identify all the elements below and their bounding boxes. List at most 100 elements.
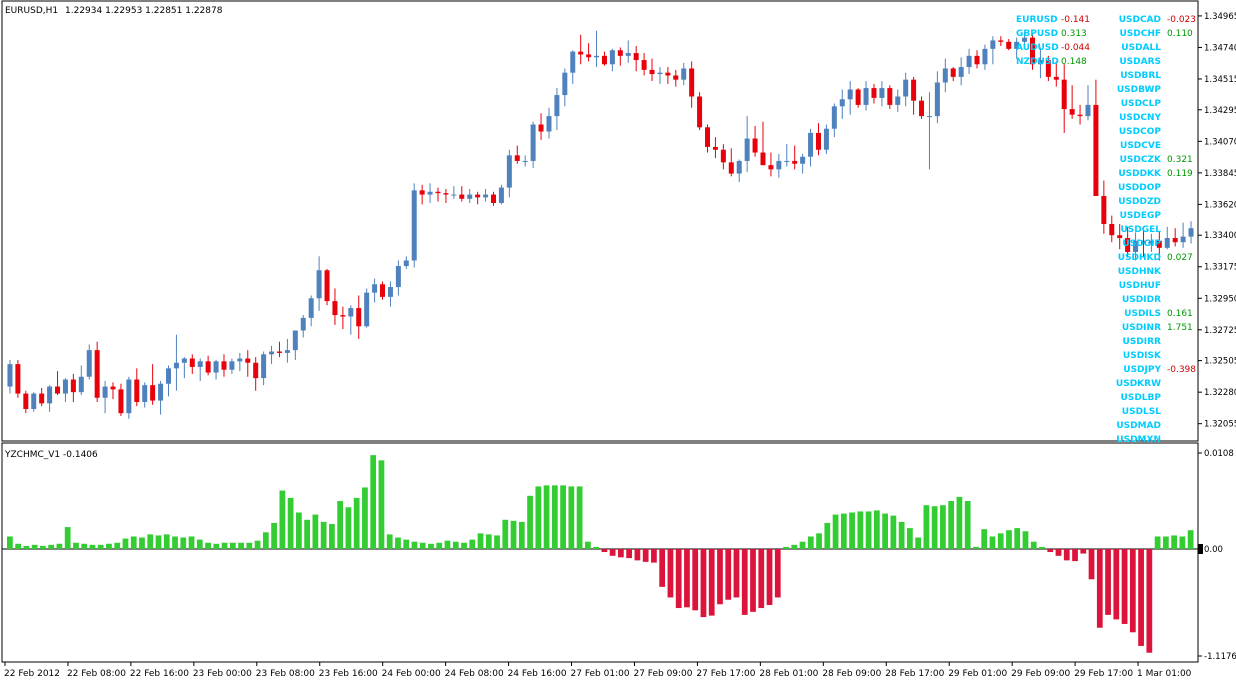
histogram-bar xyxy=(774,549,781,598)
pair-name: USDHKD xyxy=(1118,253,1161,263)
pair-name: USDMAD xyxy=(1116,421,1161,431)
candle-body xyxy=(269,351,275,355)
candle-body xyxy=(728,162,734,174)
histogram-bar xyxy=(700,549,707,618)
histogram-bar xyxy=(551,485,558,549)
time-tick-label: 24 Feb 16:00 xyxy=(508,669,567,679)
histogram-bar xyxy=(345,507,352,549)
histogram-bar xyxy=(444,540,451,549)
histogram-bar xyxy=(915,537,922,549)
histogram-bar xyxy=(262,532,269,549)
pair-value: 0.027 xyxy=(1167,253,1193,263)
candle-body xyxy=(134,379,140,402)
histogram-bar xyxy=(882,513,888,549)
histogram-bar xyxy=(783,546,789,549)
price-tick-label: 1.34965 xyxy=(1204,12,1236,22)
histogram-bar xyxy=(758,549,765,609)
histogram-bar xyxy=(246,542,253,549)
histogram-bar xyxy=(535,486,542,549)
candle-body xyxy=(292,330,298,351)
candle-body xyxy=(395,266,401,288)
histogram-bar xyxy=(238,542,244,549)
candle-body xyxy=(419,190,425,195)
price-tick-label: 1.33620 xyxy=(1204,200,1236,210)
histogram-bar xyxy=(312,514,319,549)
histogram-bar xyxy=(651,549,657,563)
candle-body xyxy=(934,82,940,117)
time-tick-label: 28 Feb 17:00 xyxy=(885,669,944,679)
candle-body xyxy=(839,99,845,107)
candle-body xyxy=(316,270,322,299)
candle-body xyxy=(150,385,156,401)
histogram-bar xyxy=(188,536,195,549)
candle-body xyxy=(1053,76,1059,80)
histogram-bar xyxy=(1006,530,1012,549)
pair-name: USDIRR xyxy=(1123,337,1162,347)
candle-body xyxy=(657,72,663,75)
candle-body xyxy=(966,55,972,68)
price-axis: 1.34965 1.34740 1.34515 1.34295 1.34070 1.338… xyxy=(1198,12,1236,430)
candle-body xyxy=(792,160,798,164)
candle-body xyxy=(332,301,338,316)
histogram-bar xyxy=(741,549,748,615)
histogram-bar xyxy=(48,544,55,549)
candle-body xyxy=(110,386,116,390)
histogram-bar xyxy=(873,510,880,549)
candle-body xyxy=(617,50,623,56)
histogram-bar xyxy=(163,534,170,549)
indicator-tick-label: -1.1176 xyxy=(1204,652,1236,662)
time-tick-label: 23 Feb 00:00 xyxy=(193,669,252,679)
histogram-bar xyxy=(940,505,946,549)
pair-name: USDALL xyxy=(1121,43,1161,53)
time-tick-label: 23 Feb 08:00 xyxy=(256,669,315,679)
histogram-bar xyxy=(1154,536,1161,549)
histogram-bar xyxy=(64,527,71,549)
candle-body xyxy=(380,284,386,297)
pair-name: USDCZK xyxy=(1120,155,1162,165)
indicator-value-marker xyxy=(1198,544,1203,554)
histogram-bar xyxy=(684,549,690,608)
candle-body xyxy=(229,361,235,370)
candle-body xyxy=(594,55,600,58)
pair-value: -0.141 xyxy=(1061,15,1090,25)
time-tick-label: 29 Feb 17:00 xyxy=(1074,669,1133,679)
histogram-bar xyxy=(320,521,327,549)
candle-body xyxy=(7,364,13,387)
histogram-bar xyxy=(97,544,104,549)
candle-body xyxy=(55,386,61,394)
histogram-bar xyxy=(362,487,368,549)
pair-name: USDISK xyxy=(1123,351,1162,361)
time-tick-label: 27 Feb 01:00 xyxy=(571,669,630,679)
pair-name: USDIDR xyxy=(1122,295,1161,305)
price-tick-label: 1.34740 xyxy=(1204,43,1236,53)
candle-body xyxy=(887,88,893,105)
histogram-bar xyxy=(898,521,905,549)
candle-body xyxy=(1061,79,1067,110)
candle-body xyxy=(1093,104,1099,196)
candle-body xyxy=(744,138,750,161)
price-tick-label: 1.32950 xyxy=(1204,294,1236,304)
candle-body xyxy=(562,72,568,96)
candle-body xyxy=(776,160,782,170)
histogram-bar xyxy=(40,545,46,549)
histogram-bar xyxy=(1146,549,1153,653)
histogram-bar xyxy=(213,543,220,549)
indicator-tick-label: 0.0108 xyxy=(1204,449,1234,459)
chart-window: 1.34965 1.34740 1.34515 1.34295 1.34070 1.338… xyxy=(0,0,1236,682)
histogram-bar xyxy=(419,542,426,549)
price-tick-label: 1.32505 xyxy=(1204,357,1236,367)
histogram-bar xyxy=(172,536,178,549)
histogram-bar xyxy=(147,534,154,549)
candle-body xyxy=(570,51,576,73)
pair-name: USDBRL xyxy=(1120,71,1161,81)
chart-canvas[interactable]: 1.34965 1.34740 1.34515 1.34295 1.34070 1.338… xyxy=(0,0,1236,682)
candle-body xyxy=(903,79,909,97)
histogram-bar xyxy=(271,522,277,549)
candle-body xyxy=(578,51,584,55)
candle-body xyxy=(284,350,290,353)
pair-name: USDJPY xyxy=(1123,365,1161,375)
histogram-bar xyxy=(849,512,855,549)
candle-body xyxy=(483,194,489,198)
main-pane-frame xyxy=(1,0,1199,442)
histogram-bar xyxy=(370,455,377,549)
